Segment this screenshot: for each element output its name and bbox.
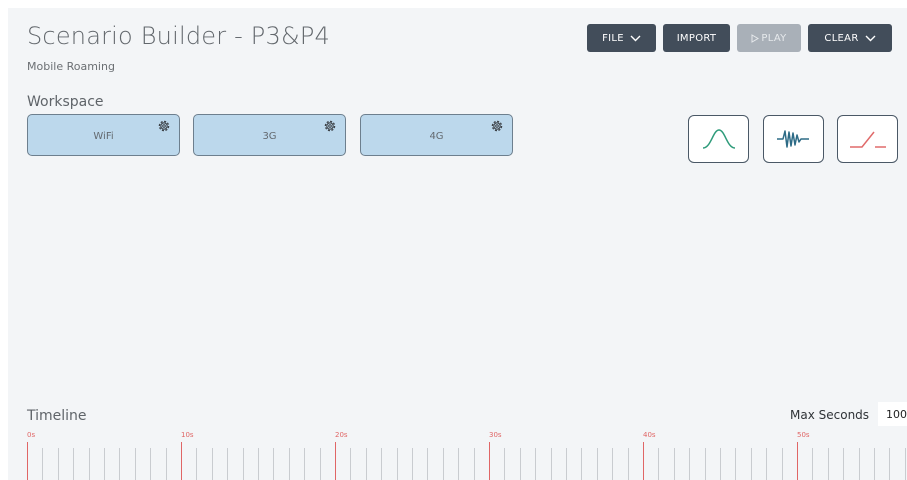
file-menu-button[interactable]: FILE [587,24,656,52]
play-button[interactable]: PLAY [737,24,801,52]
max-seconds-label: Max Seconds [790,408,870,422]
bell-curve-icon [702,129,735,149]
device-3g[interactable]: 3G [193,114,346,156]
device-4g[interactable]: 4G [360,114,513,156]
gear-icon[interactable] [490,119,504,133]
ramp-icon [849,131,886,148]
play-button-label: PLAY [761,32,787,44]
timeline-ticks [27,442,906,480]
workspace-panel [8,8,907,480]
chevron-down-icon [865,35,876,41]
noise-wave-tool-button[interactable] [763,115,824,163]
file-button-label: FILE [602,32,624,44]
max-seconds-input[interactable] [878,402,907,426]
clear-button-label: CLEAR [824,32,859,44]
import-button[interactable]: IMPORT [663,24,730,52]
gear-icon[interactable] [323,119,337,133]
play-icon [751,33,760,43]
page-title: Scenario Builder - P3&P4 [27,22,331,50]
timeline-label: Timeline [27,408,87,424]
ramp-tool-button[interactable] [837,115,898,163]
device-wifi[interactable]: WiFi [27,114,180,156]
gear-icon[interactable] [157,119,171,133]
noise-wave-icon [776,130,809,148]
timeline-ruler[interactable]: 0s 10s 20s 30s 40s 50s [27,430,907,480]
workspace-label: Workspace [27,94,104,110]
page-subtitle: Mobile Roaming [27,60,115,73]
bell-curve-tool-button[interactable] [688,115,749,163]
chevron-down-icon [630,35,641,41]
clear-menu-button[interactable]: CLEAR [808,24,892,52]
import-button-label: IMPORT [676,32,717,44]
